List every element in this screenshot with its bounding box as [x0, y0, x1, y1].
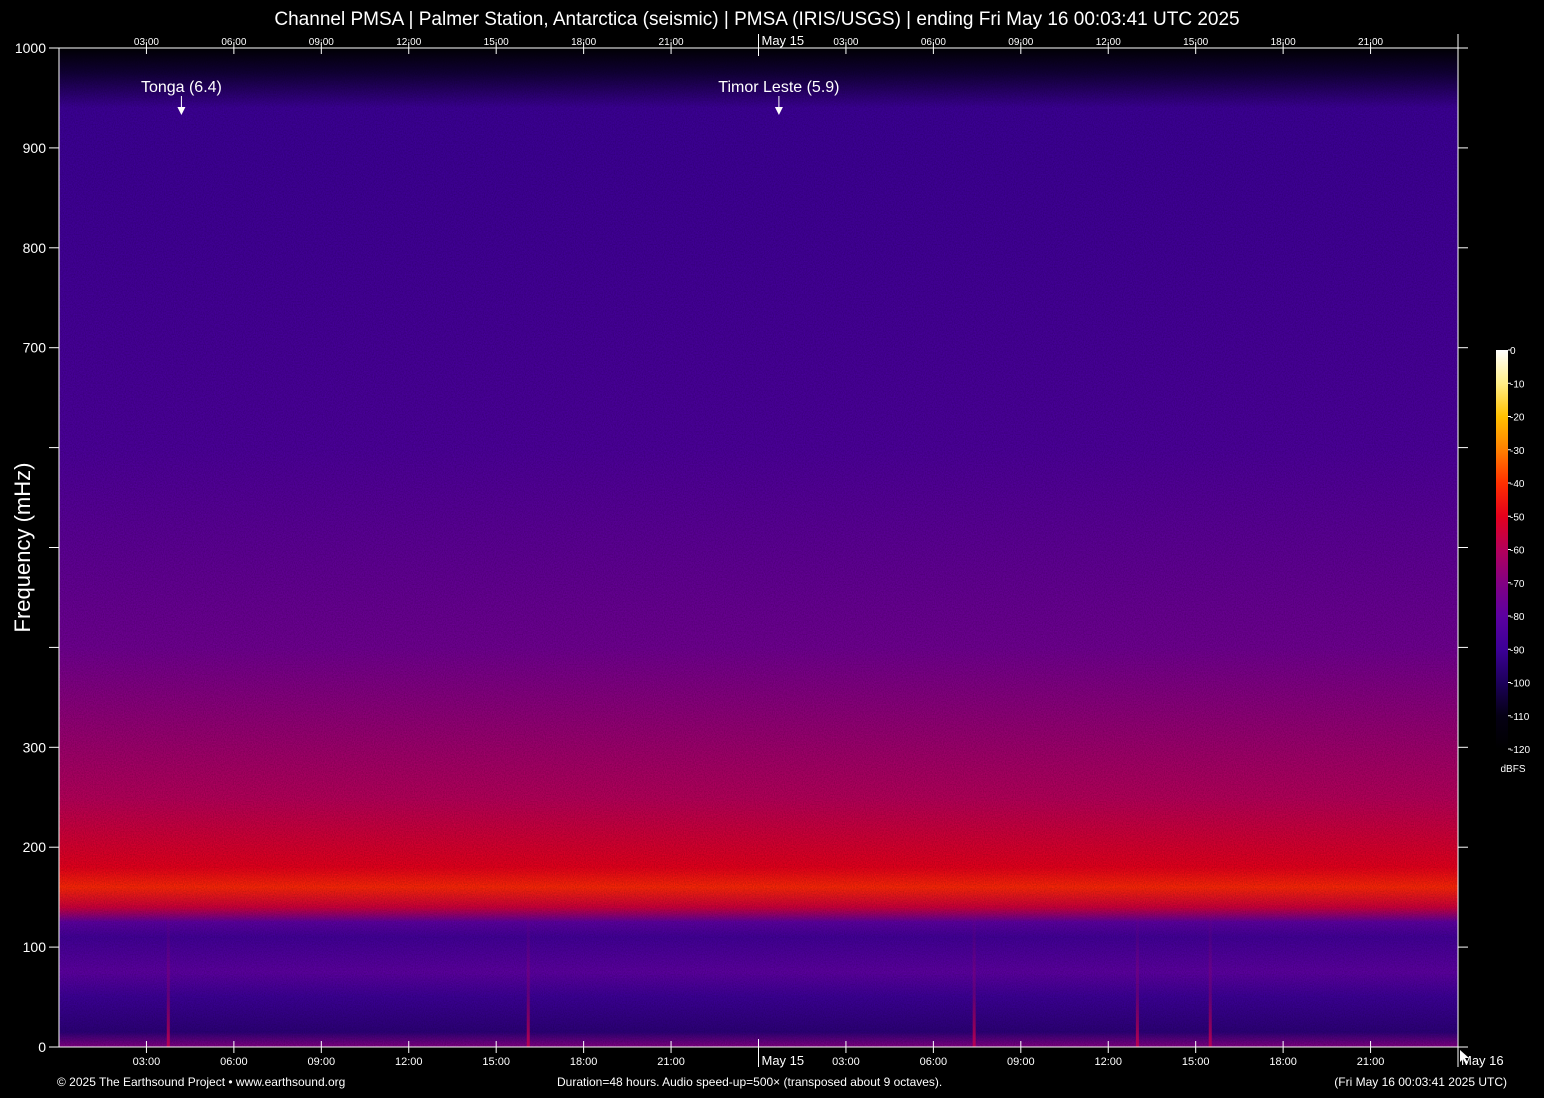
- colorbar-tick-label: -110: [1510, 712, 1530, 723]
- x-tick-label-bottom: 12:00: [395, 1056, 423, 1068]
- colorbar-label: dBFS: [1500, 764, 1525, 775]
- y-tick-label: 1000: [15, 40, 46, 56]
- x-tick-label-bottom: 21:00: [657, 1056, 685, 1068]
- colorbar-tick-label: -40: [1510, 479, 1525, 490]
- colorbar-tick-label: -60: [1510, 546, 1525, 557]
- transient-signal-line: [166, 907, 170, 1047]
- x-tick-label-bottom: 03:00: [832, 1056, 860, 1068]
- colorbar-tick-label: -80: [1510, 612, 1525, 623]
- x-tick-label-top: 15:00: [484, 37, 509, 48]
- x-tick-label-bottom: 18:00: [570, 1056, 598, 1068]
- spectrogram-noise-texture: [59, 48, 1458, 1047]
- x-tick-label-top: 15:00: [1183, 37, 1208, 48]
- x-tick-label-top: May 15: [762, 33, 805, 48]
- x-tick-label-top: 21:00: [1358, 37, 1383, 48]
- colorbar-tick-label: -70: [1510, 579, 1525, 590]
- y-tick-label: 200: [23, 839, 47, 855]
- x-tick-label-bottom: 09:00: [308, 1056, 336, 1068]
- transient-signal-line: [972, 907, 976, 1047]
- colorbar-tick-label: -50: [1510, 512, 1525, 523]
- x-tick-label-bottom: 21:00: [1357, 1056, 1385, 1068]
- x-tick-label-top: 18:00: [571, 37, 596, 48]
- x-tick-label-bottom: 03:00: [133, 1056, 161, 1068]
- y-tick-label: 100: [23, 939, 47, 955]
- footer-duration-note: Duration=48 hours. Audio speed-up=500× (…: [557, 1075, 943, 1089]
- colorbar-tick-label: -20: [1510, 413, 1525, 424]
- x-tick-label-top: 09:00: [309, 37, 334, 48]
- x-tick-label-top: 03:00: [833, 37, 858, 48]
- x-tick-label-bottom: 18:00: [1269, 1056, 1297, 1068]
- y-tick-label: 700: [23, 340, 47, 356]
- transient-signal-line: [1135, 907, 1139, 1047]
- x-tick-label-bottom: 06:00: [220, 1056, 248, 1068]
- spectrogram-chart: 0 100 200 300 700 800 900 1000 Frequency (mHz) 03…: [10, 33, 1530, 1068]
- x-tick-label-top: 18:00: [1271, 37, 1296, 48]
- footer-end-time: (Fri May 16 00:03:41 2025 UTC): [1334, 1075, 1507, 1089]
- x-tick-label-top: 06:00: [921, 37, 946, 48]
- x-tick-label-bottom: May 15: [762, 1053, 805, 1068]
- transient-signal-line: [526, 907, 530, 1047]
- y-tick-label: 0: [38, 1039, 46, 1055]
- x-tick-label-top: 21:00: [659, 37, 684, 48]
- x-tick-label-top: 09:00: [1008, 37, 1033, 48]
- colorbar-tick-label: -120: [1510, 745, 1530, 756]
- colorbar-tick-label: -30: [1510, 446, 1525, 457]
- colorbar-scale: [1496, 350, 1508, 749]
- x-tick-label-bottom: May 16: [1461, 1053, 1504, 1068]
- y-axis-label: Frequency (mHz): [10, 463, 35, 633]
- x-tick-label-top: 06:00: [221, 37, 246, 48]
- x-tick-label-bottom: 06:00: [920, 1056, 948, 1068]
- x-tick-label-bottom: 09:00: [1007, 1056, 1035, 1068]
- event-label: Timor Leste (5.9): [718, 79, 839, 96]
- x-tick-label-bottom: 15:00: [1182, 1056, 1210, 1068]
- x-tick-label-top: 12:00: [1096, 37, 1121, 48]
- x-tick-label-top: 03:00: [134, 37, 159, 48]
- event-label: Tonga (6.4): [141, 79, 222, 96]
- footer-copyright: © 2025 The Earthsound Project • www.eart…: [57, 1075, 346, 1089]
- x-tick-label-bottom: 12:00: [1094, 1056, 1122, 1068]
- x-tick-label-bottom: 15:00: [482, 1056, 510, 1068]
- colorbar-tick-label: -100: [1510, 679, 1530, 690]
- transient-signal-line: [1208, 907, 1212, 1047]
- x-tick-label-top: 12:00: [396, 37, 421, 48]
- y-tick-label: 800: [23, 240, 47, 256]
- colorbar-tick-label: 0: [1510, 346, 1516, 357]
- colorbar-tick-label: -10: [1510, 379, 1525, 390]
- y-tick-label: 300: [23, 739, 47, 755]
- colorbar-tick-label: -90: [1510, 645, 1525, 656]
- y-tick-label: 900: [23, 140, 47, 156]
